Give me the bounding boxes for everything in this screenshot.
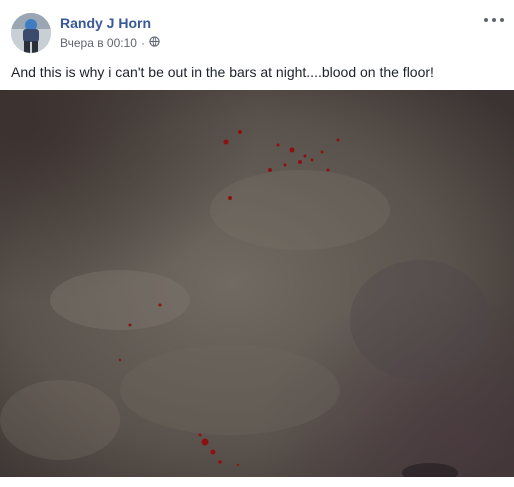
post-meta: Вчера в 00:10 · bbox=[60, 36, 160, 50]
author-name[interactable]: Randy J Horn bbox=[60, 15, 151, 31]
globe-icon bbox=[149, 36, 160, 50]
floor-photo bbox=[0, 90, 514, 477]
post-photo[interactable] bbox=[0, 90, 514, 477]
meta-separator: · bbox=[140, 36, 145, 50]
avatar[interactable] bbox=[11, 13, 51, 53]
post-timestamp[interactable]: Вчера в 00:10 bbox=[60, 36, 137, 50]
more-options-icon[interactable] bbox=[484, 12, 504, 28]
post-text: And this is why i can't be out in the ba… bbox=[11, 64, 434, 80]
facebook-post: Randy J Horn Вчера в 00:10 · And this is… bbox=[0, 0, 514, 487]
avatar-image bbox=[11, 13, 51, 53]
